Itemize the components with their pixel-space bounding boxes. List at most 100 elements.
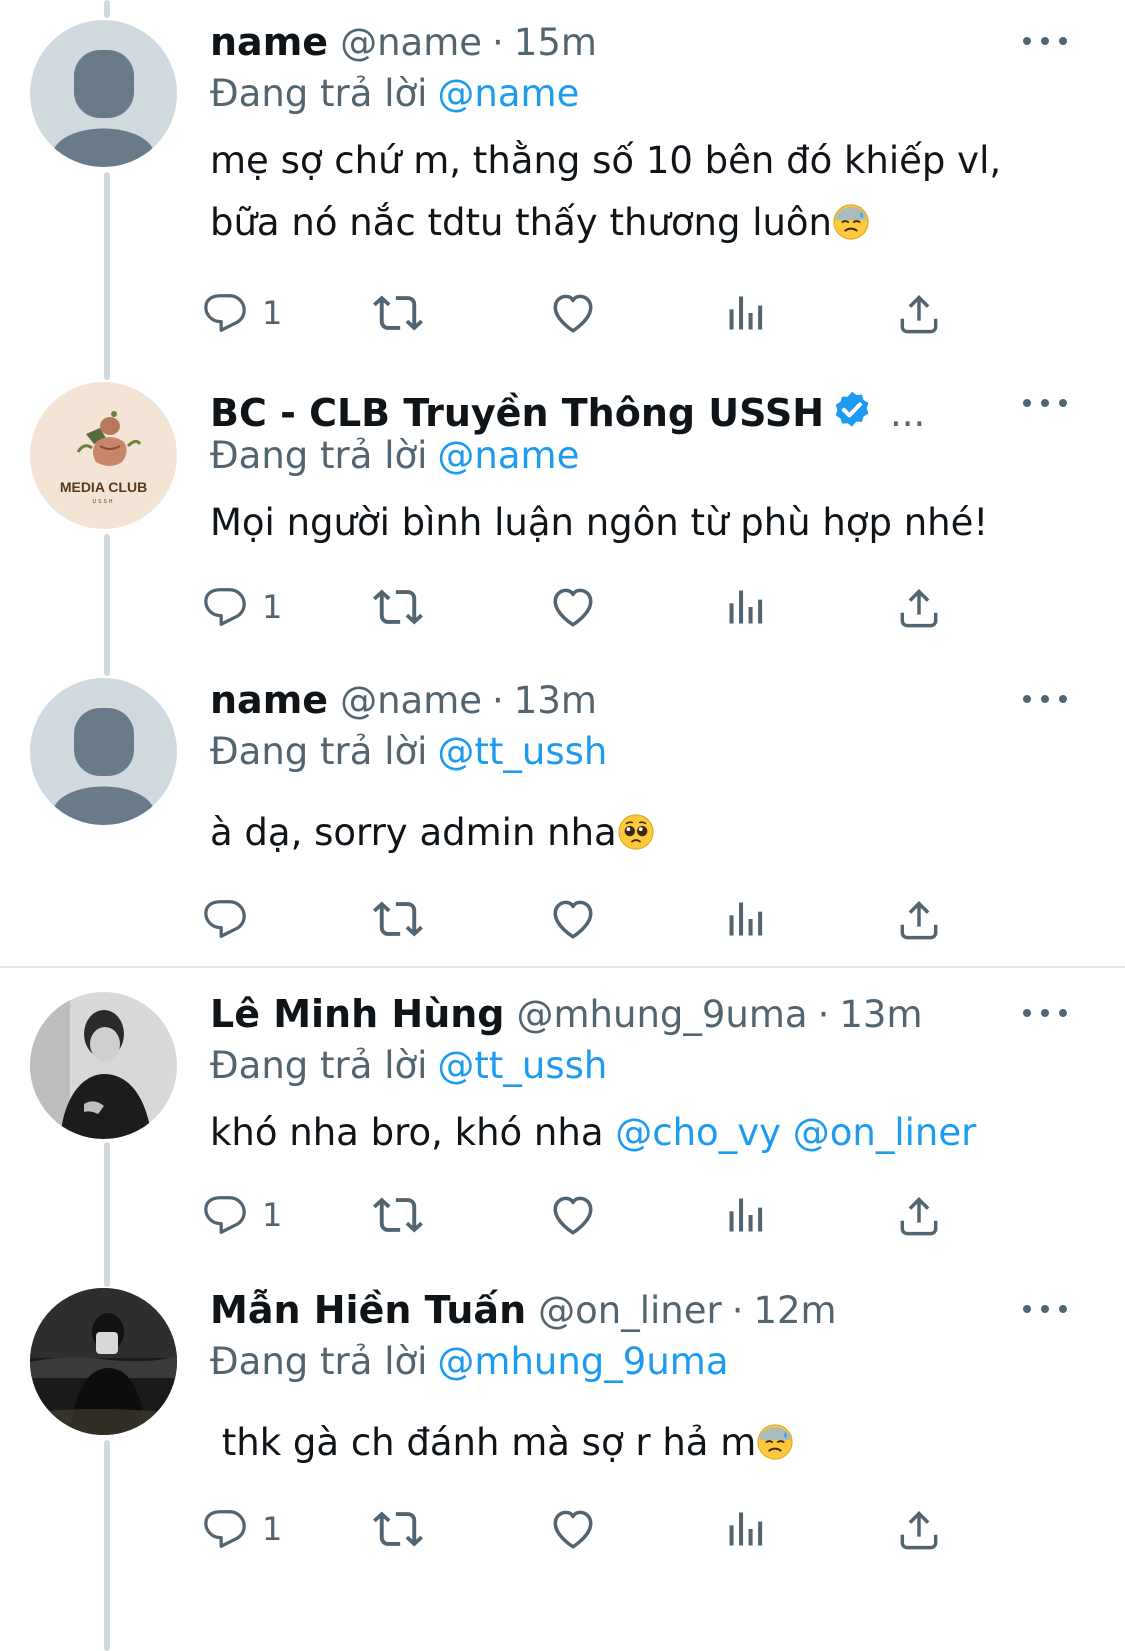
display-name[interactable]: Mẫn Hiền Tuấn: [210, 1288, 526, 1332]
tweet[interactable]: name @name · 15m Đang trả lời @name mẹ sợ…: [0, 20, 1125, 360]
timestamp[interactable]: 13m: [514, 679, 597, 722]
replying-to: Đang trả lời @tt_ussh: [210, 1044, 607, 1087]
share-button[interactable]: [896, 894, 942, 944]
retweet-button[interactable]: [372, 1504, 424, 1554]
share-button[interactable]: [896, 1504, 942, 1554]
default-avatar-icon: [30, 678, 177, 825]
mention-link[interactable]: @name: [437, 72, 579, 115]
tweet-text: mẹ sợ chứ m, thằng số 10 bên đó khiếp vl…: [210, 130, 1001, 254]
tweet-text-segment: thk gà ch đánh mà sợ r hả m: [210, 1421, 757, 1464]
share-button[interactable]: [896, 1190, 942, 1240]
reply-count: 1: [262, 1510, 283, 1548]
share-icon: [896, 584, 942, 630]
reply-button[interactable]: 1: [202, 1190, 282, 1240]
retweet-button[interactable]: [372, 582, 424, 632]
reply-icon: [202, 584, 248, 630]
replying-to: Đang trả lời @mhung_9uma: [210, 1340, 729, 1383]
separator: ·: [492, 679, 504, 722]
heart-icon: [548, 288, 598, 338]
default-avatar-icon: [30, 20, 177, 167]
retweet-button[interactable]: [372, 894, 424, 944]
user-handle[interactable]: @name: [340, 679, 482, 722]
heart-icon: [548, 1504, 598, 1554]
reply-icon: [202, 290, 248, 336]
retweet-button[interactable]: [372, 1190, 424, 1240]
bar-chart-icon: [724, 1193, 768, 1237]
more-options-icon[interactable]: [1023, 998, 1067, 1028]
tweet[interactable]: Lê Minh Hùng @mhung_9uma · 13m Đang trả …: [0, 992, 1125, 1262]
views-button[interactable]: [724, 1190, 768, 1240]
share-button[interactable]: [896, 582, 942, 632]
like-button[interactable]: [548, 1190, 598, 1240]
display-name[interactable]: name: [210, 20, 328, 64]
truncation: ...: [890, 392, 926, 435]
mention-link[interactable]: @tt_ussh: [437, 730, 607, 773]
timestamp[interactable]: 13m: [839, 993, 922, 1036]
tweet[interactable]: MEDIA CLUB USSH BC - CLB Truyền Thông US…: [0, 382, 1125, 662]
avatar[interactable]: [30, 992, 177, 1139]
mention-link[interactable]: @on_liner: [793, 1111, 977, 1154]
more-options-icon[interactable]: [1023, 1294, 1067, 1324]
tweet[interactable]: Mẫn Hiền Tuấn @on_liner · 12m Đang trả l…: [0, 1288, 1125, 1651]
share-icon: [896, 1192, 942, 1238]
avatar[interactable]: [30, 20, 177, 167]
mention-link[interactable]: @name: [437, 434, 579, 477]
mention-link[interactable]: @mhung_9uma: [437, 1340, 728, 1383]
mention-link[interactable]: @tt_ussh: [437, 1044, 607, 1087]
user-handle[interactable]: @name: [340, 21, 482, 64]
profile-photo: [30, 1288, 177, 1435]
more-options-icon[interactable]: [1023, 26, 1067, 56]
timestamp[interactable]: 12m: [753, 1289, 836, 1332]
retweet-icon: [372, 1189, 424, 1241]
display-name[interactable]: BC - CLB Truyền Thông USSH: [210, 391, 824, 435]
replying-to: Đang trả lời @name: [210, 72, 579, 115]
like-button[interactable]: [548, 582, 598, 632]
tweet-text-line: khó nha bro, khó nha @cho_vy @on_liner: [210, 1102, 976, 1164]
more-options-icon[interactable]: [1023, 388, 1067, 418]
tweet-text-line: bữa nó nắc tdtu thấy thương luôn: [210, 192, 1001, 254]
display-name[interactable]: Lê Minh Hùng: [210, 992, 505, 1036]
tweet-text-line: à dạ, sorry admin nha: [210, 802, 655, 864]
replying-label: Đang trả lời: [210, 1044, 428, 1087]
user-handle[interactable]: @on_liner: [538, 1289, 722, 1332]
tweet-text: khó nha bro, khó nha @cho_vy @on_liner: [210, 1102, 976, 1164]
views-button[interactable]: [724, 894, 768, 944]
avatar[interactable]: MEDIA CLUB USSH: [30, 382, 177, 529]
separator: ·: [817, 993, 830, 1036]
tweet-header: name @name · 15m: [210, 20, 597, 70]
reply-button[interactable]: 1: [202, 1504, 282, 1554]
tweet[interactable]: name @name · 13m Đang trả lời @tt_ussh à …: [0, 678, 1125, 966]
views-button[interactable]: [724, 1504, 768, 1554]
tweet-text-line: Mọi người bình luận ngôn từ phù hợp nhé!: [210, 501, 989, 544]
mention-link[interactable]: @cho_vy: [615, 1111, 781, 1154]
more-options-icon[interactable]: [1023, 684, 1067, 714]
reply-button[interactable]: 1: [202, 582, 282, 632]
like-button[interactable]: [548, 894, 598, 944]
reply-count: 1: [262, 1196, 283, 1234]
avatar[interactable]: [30, 678, 177, 825]
reply-button[interactable]: [202, 894, 262, 944]
thread-line: [104, 0, 110, 18]
heart-icon: [548, 582, 598, 632]
tweet-text-segment: à dạ, sorry admin nha: [210, 811, 617, 854]
replying-to: Đang trả lời @tt_ussh: [210, 730, 607, 773]
user-handle[interactable]: @mhung_9uma: [517, 993, 808, 1036]
like-button[interactable]: [548, 288, 598, 338]
tweet-text: à dạ, sorry admin nha: [210, 802, 655, 864]
views-button[interactable]: [724, 288, 768, 338]
heart-icon: [548, 894, 598, 944]
retweet-icon: [372, 1503, 424, 1555]
retweet-button[interactable]: [372, 288, 424, 338]
action-bar: [210, 894, 990, 944]
display-name[interactable]: name: [210, 678, 328, 722]
like-button[interactable]: [548, 1504, 598, 1554]
timestamp[interactable]: 15m: [514, 21, 597, 64]
tweet-text-line: thk gà ch đánh mà sợ r hả m: [210, 1412, 794, 1474]
logo-subtext: USSH: [93, 499, 115, 505]
reply-button[interactable]: 1: [202, 288, 282, 338]
replying-to: Đang trả lời @name: [210, 434, 579, 477]
avatar[interactable]: [30, 1288, 177, 1435]
tweet-text-line: mẹ sợ chứ m, thằng số 10 bên đó khiếp vl…: [210, 139, 1002, 182]
share-button[interactable]: [896, 288, 942, 338]
views-button[interactable]: [724, 582, 768, 632]
